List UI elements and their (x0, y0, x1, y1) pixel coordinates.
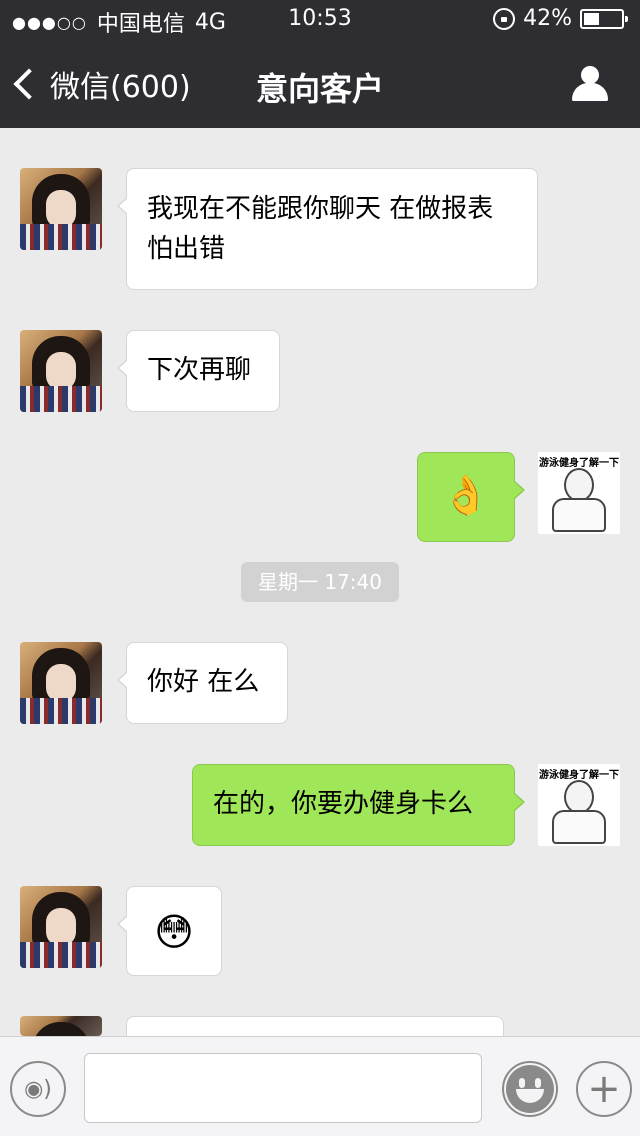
person-icon[interactable] (570, 66, 610, 102)
page-title: 意向客户 (255, 70, 384, 108)
status-bar: ●●●○○ 中国电信 4G 10:53 42% (0, 0, 640, 40)
smiley-icon (506, 1065, 554, 1113)
message-bubble[interactable]: 我现在不能跟你聊天 在做报表 怕出错 (117, 168, 538, 290)
flushed-face-emoji: 😳 (154, 910, 194, 954)
contact-avatar[interactable] (20, 168, 102, 250)
battery-fill (584, 12, 599, 25)
status-right: 42% (493, 6, 628, 31)
my-avatar[interactable]: 游泳健身了解一下 (538, 764, 620, 846)
voice-button[interactable]: ◉) (10, 1061, 66, 1117)
avatar-caption: 游泳健身了解一下 (539, 458, 619, 469)
battery-percent: 42% (523, 6, 572, 31)
message-text: 你好 在么 (147, 667, 260, 697)
ok-hand-emoji: 👌 (442, 473, 490, 517)
more-button[interactable]: + (576, 1061, 632, 1117)
contact-avatar[interactable] (20, 1016, 102, 1036)
message-text: 我现在不能跟你聊天 在做报表 怕出错 (147, 194, 494, 264)
message-bubble[interactable]: 你好 在么 (117, 642, 288, 724)
voice-icon: ◉) (24, 1076, 52, 1102)
input-bar: ◉) + (0, 1036, 640, 1136)
contact-avatar[interactable] (20, 886, 102, 968)
nav-bar: 微信(600) 意向客户 (0, 40, 640, 128)
message-text: 在的，你要办健身卡么 (213, 789, 474, 819)
message-bubble-partial[interactable] (117, 1016, 504, 1063)
message-bubble[interactable]: 👌 (417, 452, 525, 542)
my-avatar[interactable]: 游泳健身了解一下 (538, 452, 620, 534)
contact-avatar[interactable] (20, 642, 102, 724)
message-text: 下次再聊 (147, 355, 252, 385)
timestamp-divider: 星期一 17:40 (241, 562, 399, 602)
plus-icon: + (587, 1066, 621, 1112)
contact-avatar[interactable] (20, 330, 102, 412)
message-bubble[interactable]: 下次再聊 (117, 330, 280, 412)
message-input[interactable] (84, 1053, 482, 1123)
rotation-lock-icon (493, 7, 516, 30)
message-bubble[interactable]: 😳 (117, 886, 222, 976)
message-bubble[interactable]: 在的，你要办健身卡么 (192, 764, 525, 846)
avatar-caption: 游泳健身了解一下 (539, 770, 619, 781)
battery-icon (580, 8, 628, 29)
emoji-button[interactable] (502, 1061, 558, 1117)
